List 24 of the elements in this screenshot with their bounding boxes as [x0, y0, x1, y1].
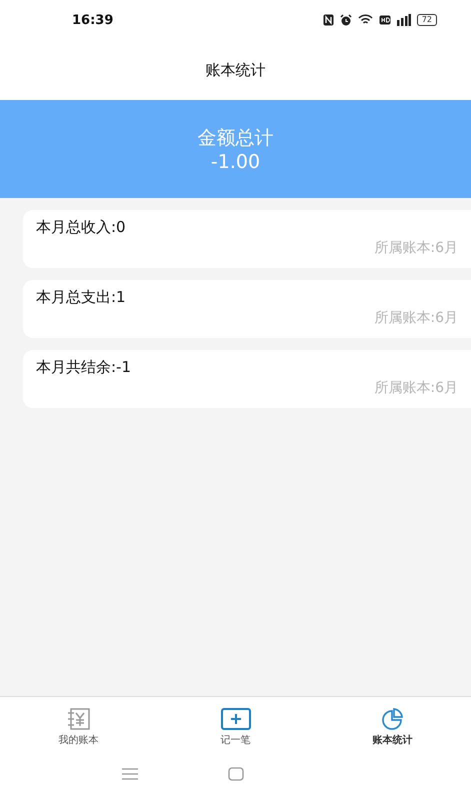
nav-tab[interactable]: 账本统计 — [314, 697, 471, 757]
wifi-icon — [358, 14, 373, 26]
signal-icon — [396, 14, 411, 26]
add-icon — [220, 708, 250, 730]
ledger-label: 所属账本:6月 — [374, 239, 458, 257]
card-title: 本月总收入:0 — [36, 218, 126, 237]
nav-tab[interactable]: 我的账本 — [0, 697, 157, 757]
page-title: 账本统计 — [206, 60, 266, 80]
alarm-icon — [340, 14, 352, 26]
ledger-icon — [66, 708, 92, 730]
battery-icon: 72 — [416, 14, 437, 26]
home-icon[interactable] — [228, 767, 244, 781]
nav-tab[interactable]: 记一笔 — [157, 697, 314, 757]
card-title: 本月总支出:1 — [36, 288, 126, 307]
ledger-label: 所属账本:6月 — [374, 379, 458, 397]
pie-chart-icon — [380, 708, 406, 730]
total-label: 金额总计 — [198, 126, 274, 151]
menu-icon[interactable] — [122, 768, 138, 780]
hd-icon — [378, 15, 391, 25]
status-time: 16:39 — [72, 12, 114, 28]
card-title: 本月共结余:-1 — [36, 358, 132, 377]
ledger-label: 所属账本:6月 — [374, 309, 458, 327]
total-amount: -1.00 — [210, 151, 260, 173]
nfc-icon — [322, 14, 334, 26]
